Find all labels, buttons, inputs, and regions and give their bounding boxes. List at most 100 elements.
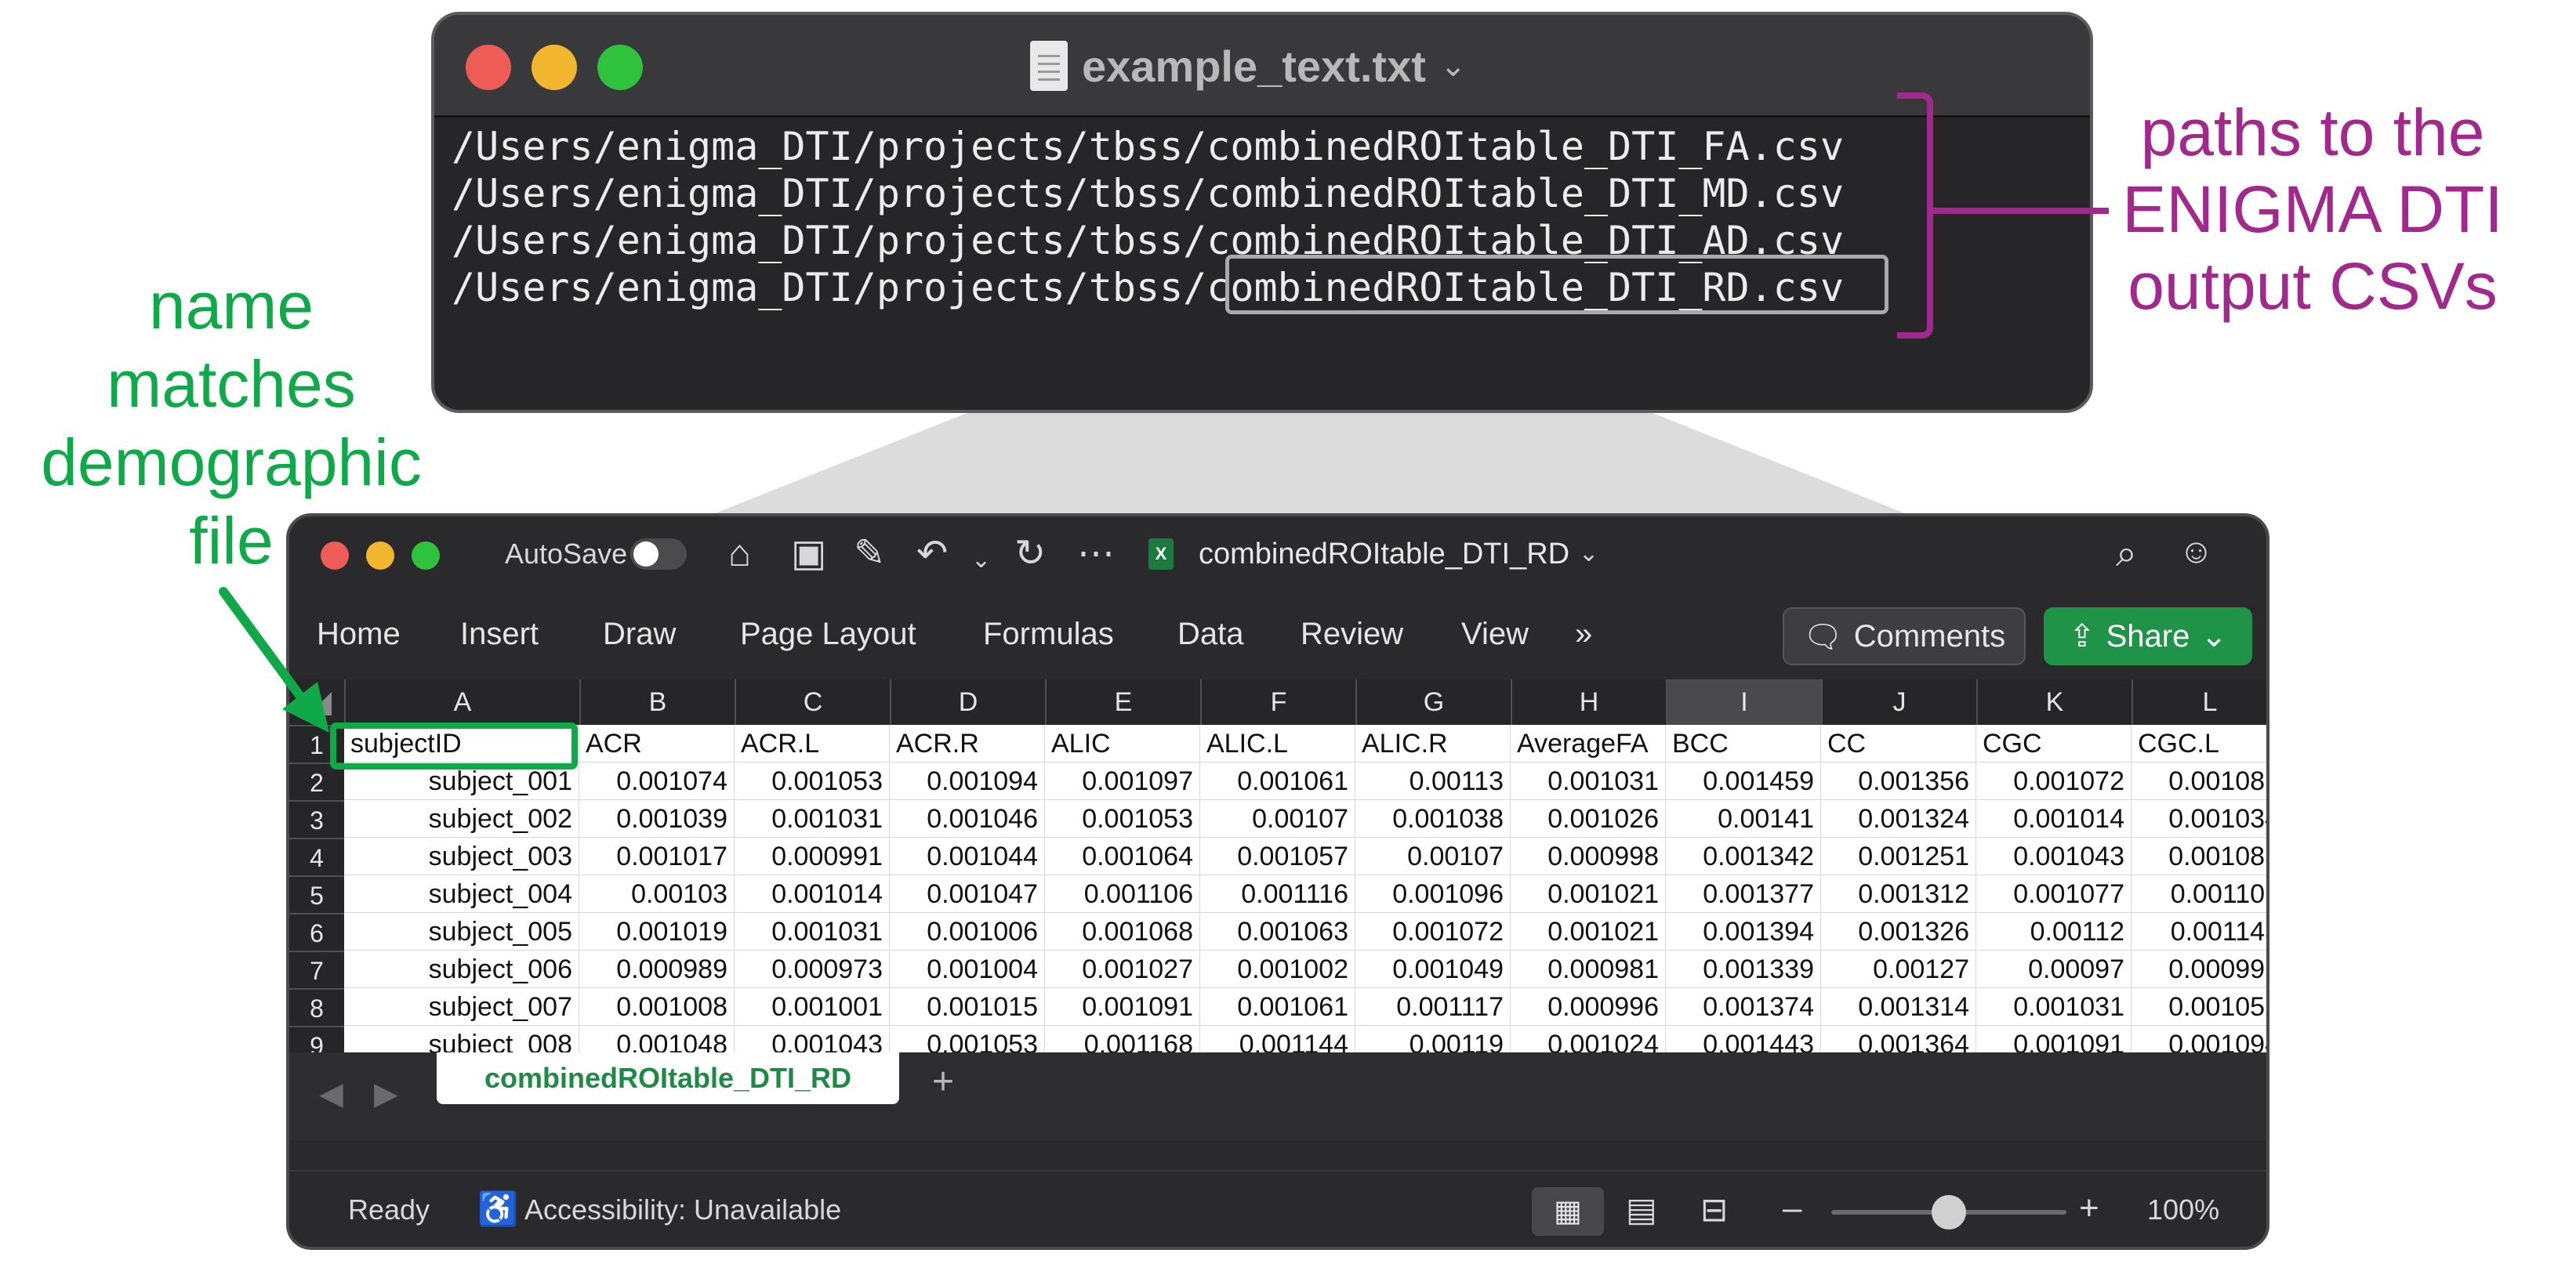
tab-insert[interactable]: Insert xyxy=(460,615,539,653)
data-cell[interactable]: 0.00107 xyxy=(1355,838,1511,875)
tab-formulas[interactable]: Formulas xyxy=(983,615,1114,653)
data-cell[interactable]: 0.001061 xyxy=(1200,988,1355,1026)
data-cell[interactable]: 0.001085 xyxy=(2132,838,2266,875)
data-cell[interactable]: 0.001364 xyxy=(1821,1026,1976,1052)
data-cell[interactable]: 0.00113 xyxy=(1355,762,1511,800)
zoom-out-button[interactable]: – xyxy=(1783,1189,1801,1228)
data-cell[interactable]: 0.001001 xyxy=(735,988,890,1026)
zoom-button[interactable] xyxy=(597,45,643,90)
data-cell[interactable]: 0.00097 xyxy=(1976,951,2132,988)
spreadsheet-grid[interactable]: ABCDEFGHIJKL 12345678910 subjectIDACRACR… xyxy=(289,679,2266,1052)
header-cell[interactable]: CGC.L xyxy=(2132,725,2266,762)
sheet-tab-active[interactable]: combinedROItable_DTI_RD xyxy=(437,1052,899,1104)
data-cell[interactable]: 0.001143 xyxy=(2132,913,2266,951)
tab-home[interactable]: Home xyxy=(317,615,401,653)
zoom-in-button[interactable]: + xyxy=(2079,1189,2099,1228)
column-header-f[interactable]: F xyxy=(1200,679,1355,725)
data-cell[interactable]: 0.001097 xyxy=(1045,762,1200,800)
header-cell[interactable]: BCC xyxy=(1666,725,1821,762)
header-cell[interactable]: ACR xyxy=(579,725,735,762)
data-cell[interactable]: 0.001053 xyxy=(890,1026,1045,1052)
data-cell[interactable]: 0.001048 xyxy=(579,1026,735,1052)
header-cell[interactable]: ACR.L xyxy=(735,725,890,762)
data-cell[interactable]: 0.000998 xyxy=(1511,838,1666,875)
data-cell[interactable]: 0.001077 xyxy=(1976,875,2132,913)
row-header[interactable]: 8 xyxy=(289,988,344,1026)
data-cell[interactable]: 0.001072 xyxy=(1976,762,2132,800)
data-cell[interactable]: 0.001043 xyxy=(1976,838,2132,875)
data-cell[interactable]: 0.000991 xyxy=(735,838,890,875)
data-cell[interactable]: 0.001043 xyxy=(735,1026,890,1052)
data-cell[interactable]: 0.001039 xyxy=(579,800,735,838)
tab-draw[interactable]: Draw xyxy=(603,615,676,653)
data-cell[interactable]: 0.001008 xyxy=(579,988,735,1026)
header-cell[interactable]: ALIC xyxy=(1045,725,1200,762)
row-header[interactable]: 4 xyxy=(289,838,344,875)
data-cell[interactable]: 0.001014 xyxy=(1976,800,2132,838)
data-cell[interactable]: 0.001339 xyxy=(1666,951,1821,988)
data-cell[interactable]: 0.001004 xyxy=(890,951,1045,988)
share-people-icon[interactable]: ☺ xyxy=(2179,532,2214,571)
chevron-down-icon[interactable]: ⌄ xyxy=(1579,535,1598,573)
header-cell[interactable]: ALIC.R xyxy=(1355,725,1511,762)
data-cell[interactable]: subject_007 xyxy=(344,988,579,1026)
header-cell[interactable]: AverageFA xyxy=(1511,725,1666,762)
data-cell[interactable]: 0.00107 xyxy=(1200,800,1355,838)
accessibility-status[interactable]: Accessibility: Unavailable xyxy=(524,1193,841,1226)
data-cell[interactable]: 0.001052 xyxy=(2132,988,2266,1026)
data-cell[interactable]: 0.001049 xyxy=(1355,951,1511,988)
data-cell[interactable]: 0.001459 xyxy=(1666,762,1821,800)
column-header-l[interactable]: L xyxy=(2132,679,2266,725)
row-header[interactable]: 3 xyxy=(289,800,344,838)
minimize-button[interactable] xyxy=(532,45,577,90)
data-cell[interactable]: 0.001057 xyxy=(1200,838,1355,875)
data-cell[interactable]: 0.000989 xyxy=(579,951,735,988)
data-cell[interactable]: 0.001044 xyxy=(890,838,1045,875)
data-cell[interactable]: 0.000996 xyxy=(2132,951,2266,988)
workbook-title[interactable]: combinedROItable_DTI_RD xyxy=(1199,535,1569,573)
data-cell[interactable]: subject_006 xyxy=(344,951,579,988)
normal-view-button[interactable]: ▦ xyxy=(1532,1187,1604,1236)
data-cell[interactable]: 0.001116 xyxy=(1200,875,1355,913)
data-cell[interactable]: 0.001342 xyxy=(1666,838,1821,875)
data-cell[interactable]: 0.001021 xyxy=(1511,913,1666,951)
select-all-corner[interactable] xyxy=(289,679,344,725)
data-cell[interactable]: 0.001094 xyxy=(2132,1026,2266,1052)
data-cell[interactable]: 0.001061 xyxy=(1200,762,1355,800)
data-cell[interactable]: 0.001014 xyxy=(735,875,890,913)
page-layout-view-icon[interactable]: ▤ xyxy=(1626,1190,1657,1229)
data-cell[interactable]: 0.001312 xyxy=(1821,875,1976,913)
data-cell[interactable]: 0.001394 xyxy=(1666,913,1821,951)
close-button[interactable] xyxy=(321,541,349,570)
data-cell[interactable]: 0.001374 xyxy=(1666,988,1821,1026)
data-cell[interactable]: subject_008 xyxy=(344,1026,579,1052)
next-sheet-icon[interactable]: ▶ xyxy=(374,1076,398,1112)
row-header[interactable]: 7 xyxy=(289,951,344,988)
tab-page-layout[interactable]: Page Layout xyxy=(740,615,916,653)
data-cell[interactable]: 0.000973 xyxy=(735,951,890,988)
data-cell[interactable]: 0.00141 xyxy=(1666,800,1821,838)
previous-sheet-icon[interactable]: ◀ xyxy=(319,1076,343,1112)
data-cell[interactable]: 0.001096 xyxy=(1355,875,1511,913)
data-cell[interactable]: subject_002 xyxy=(344,800,579,838)
data-cell[interactable]: 0.001031 xyxy=(735,800,890,838)
column-header-j[interactable]: J xyxy=(1821,679,1976,725)
data-cell[interactable]: 0.00119 xyxy=(1355,1026,1511,1052)
data-cell[interactable]: 0.001064 xyxy=(1045,838,1200,875)
data-cell[interactable]: 0.001019 xyxy=(579,913,735,951)
data-cell[interactable]: 0.001027 xyxy=(1045,951,1200,988)
home-icon[interactable]: ⌂ xyxy=(728,534,751,574)
data-cell[interactable]: 0.001324 xyxy=(1821,800,1976,838)
save-icon[interactable]: ▣ xyxy=(791,534,826,574)
data-cell[interactable]: 0.001002 xyxy=(1200,951,1355,988)
tab-data[interactable]: Data xyxy=(1177,615,1244,653)
search-icon[interactable]: ⌕ xyxy=(2116,532,2137,576)
column-header-e[interactable]: E xyxy=(1045,679,1200,725)
column-header-h[interactable]: H xyxy=(1511,679,1666,725)
data-cell[interactable]: 0.001053 xyxy=(1045,800,1200,838)
data-cell[interactable]: 0.001443 xyxy=(1666,1026,1821,1052)
data-cell[interactable]: 0.001006 xyxy=(890,913,1045,951)
data-cell[interactable]: 0.001038 xyxy=(1355,800,1511,838)
editor-title-area[interactable]: example_text.txt ⌄ xyxy=(1030,38,1466,93)
data-cell[interactable]: 0.001031 xyxy=(735,913,890,951)
